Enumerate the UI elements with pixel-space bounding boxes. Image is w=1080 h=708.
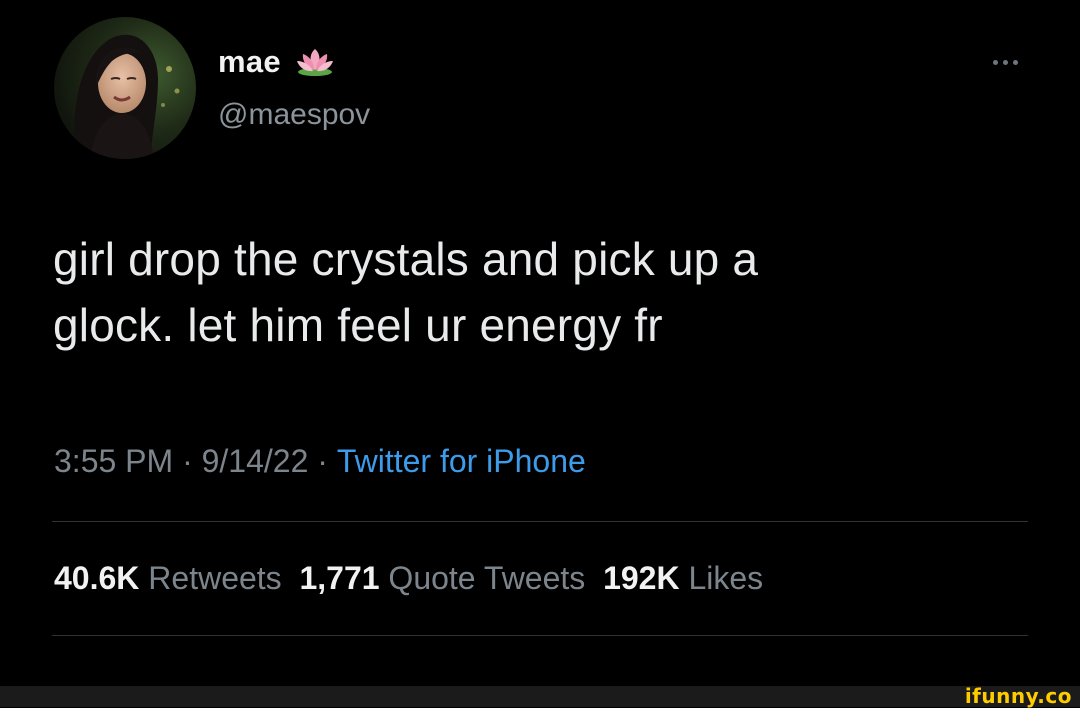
tweet-date[interactable]: 9/14/22 xyxy=(202,443,309,480)
separator: · xyxy=(173,443,202,479)
ifunny-watermark: ifunny.co xyxy=(964,684,1072,708)
likes-count: 192K xyxy=(603,560,680,596)
tweet-text-line: girl drop the crystals and pick up a xyxy=(53,233,759,285)
watermark-bar xyxy=(0,686,1080,707)
stat-spacer xyxy=(680,560,689,597)
quote-tweets-count: 1,771 xyxy=(299,560,380,596)
more-dot xyxy=(992,59,998,65)
more-options-icon[interactable] xyxy=(984,52,1026,72)
display-name-row: mae xyxy=(218,44,335,80)
retweets-count: 40.6K xyxy=(54,560,140,596)
user-handle[interactable]: @maespov xyxy=(218,98,370,132)
avatar[interactable] xyxy=(54,17,196,159)
stat-gap xyxy=(282,560,300,597)
retweets-stat[interactable]: 40.6K Retweets xyxy=(54,560,282,597)
lotus-icon xyxy=(295,46,335,78)
divider xyxy=(52,521,1028,522)
divider xyxy=(52,635,1028,636)
display-name[interactable]: mae xyxy=(218,44,281,80)
stat-spacer xyxy=(139,560,148,597)
tweet-time[interactable]: 3:55 PM xyxy=(54,443,173,480)
avatar-image xyxy=(54,17,196,159)
tweet-metadata: 3:55 PM · 9/14/22 · Twitter for iPhone xyxy=(54,443,586,480)
stat-gap xyxy=(585,560,603,597)
retweets-label: Retweets xyxy=(148,560,282,596)
tweet-card: mae @maespov girl drop the crystals and … xyxy=(0,0,1080,686)
more-dot xyxy=(1002,59,1008,65)
separator: · xyxy=(308,443,337,479)
stat-spacer xyxy=(380,560,389,597)
tweet-text-line: glock. let him feel ur energy fr xyxy=(53,299,663,351)
quote-tweets-label: Quote Tweets xyxy=(388,560,586,596)
engagement-stats: 40.6K Retweets 1,771 Quote Tweets 192K L… xyxy=(54,560,763,597)
likes-stat[interactable]: 192K Likes xyxy=(603,560,763,597)
tweet-source-link[interactable]: Twitter for iPhone xyxy=(337,443,586,480)
tweet-text: girl drop the crystals and pick up a glo… xyxy=(53,226,1033,358)
more-dot xyxy=(1012,59,1018,65)
quote-tweets-stat[interactable]: 1,771 Quote Tweets xyxy=(299,560,585,597)
likes-label: Likes xyxy=(688,560,764,596)
